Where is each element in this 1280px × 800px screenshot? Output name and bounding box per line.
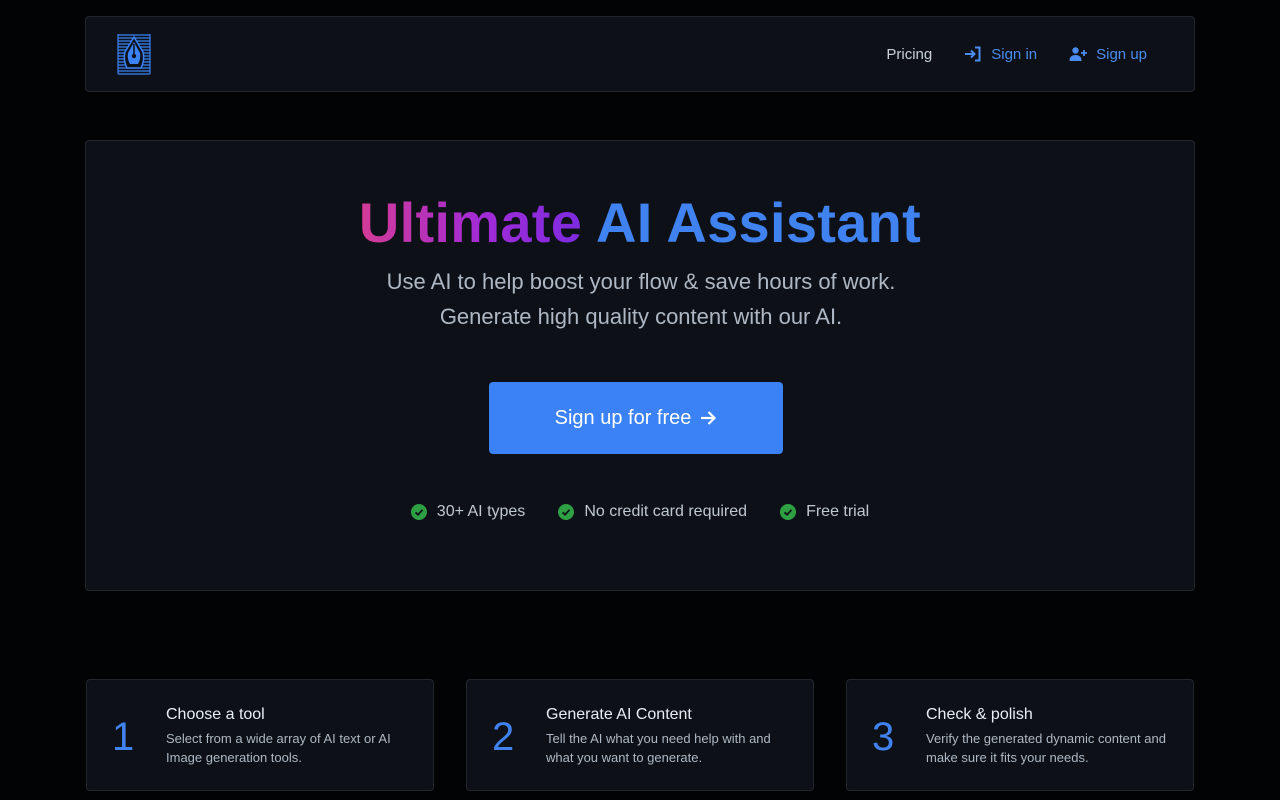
feature-list: 30+ AI types No credit card required Fre…	[86, 503, 1194, 521]
feature-item: Free trial	[780, 503, 869, 521]
feature-item: 30+ AI types	[410, 503, 526, 521]
step-title: Choose a tool	[166, 706, 265, 723]
pricing-link[interactable]: Pricing	[886, 46, 932, 63]
sign-in-icon	[965, 46, 981, 62]
nav-links: Pricing Sign in Sign up	[886, 46, 1147, 63]
step-card: 1 Choose a tool Select from a wide array…	[86, 679, 434, 791]
check-circle-icon	[780, 504, 797, 520]
user-plus-icon	[1069, 47, 1088, 61]
hero-title-blue: AI Assistant	[595, 191, 922, 254]
step-number: 2	[492, 715, 515, 759]
cta-label: Sign up for free	[554, 406, 692, 429]
step-number: 1	[112, 715, 135, 759]
step-card: 2 Generate AI Content Tell the AI what y…	[466, 679, 814, 791]
feature-item: No credit card required	[558, 503, 747, 521]
sign-in-link[interactable]: Sign in	[964, 46, 1037, 63]
arrow-right-icon	[701, 411, 717, 425]
feature-label: Free trial	[806, 503, 870, 520]
sign-up-free-button[interactable]: Sign up for free	[489, 382, 783, 454]
hero-section: Ultimate AI Assistant Use AI to help boo…	[85, 140, 1195, 591]
step-description: Select from a wide array of AI text or A…	[166, 731, 391, 765]
step-description: Verify the generated dynamic content and…	[926, 731, 1166, 765]
hero-title-gradient: Ultimate	[358, 191, 583, 254]
logo-link[interactable]	[116, 32, 152, 76]
hero-title: Ultimate AI Assistant	[86, 191, 1194, 255]
steps-section: 1 Choose a tool Select from a wide array…	[86, 679, 1194, 791]
step-description: Tell the AI what you need help with and …	[546, 731, 771, 765]
sign-in-label: Sign in	[991, 45, 1038, 63]
feature-label: No credit card required	[584, 503, 748, 520]
sign-up-label: Sign up	[1096, 45, 1147, 63]
hero-subtitle: Use AI to help boost your flow & save ho…	[386, 269, 896, 329]
check-circle-icon	[410, 504, 427, 520]
pricing-label: Pricing	[886, 45, 933, 63]
step-number: 3	[872, 715, 895, 759]
feature-label: 30+ AI types	[436, 503, 526, 520]
check-circle-icon	[558, 504, 575, 520]
step-card: 3 Check & polish Verify the generated dy…	[846, 679, 1194, 791]
navbar: Pricing Sign in Sign up	[85, 16, 1195, 92]
step-title: Generate AI Content	[546, 706, 692, 723]
pen-nib-logo-icon	[117, 34, 151, 75]
sign-up-link[interactable]: Sign up	[1069, 46, 1147, 63]
step-title: Check & polish	[926, 706, 1033, 723]
